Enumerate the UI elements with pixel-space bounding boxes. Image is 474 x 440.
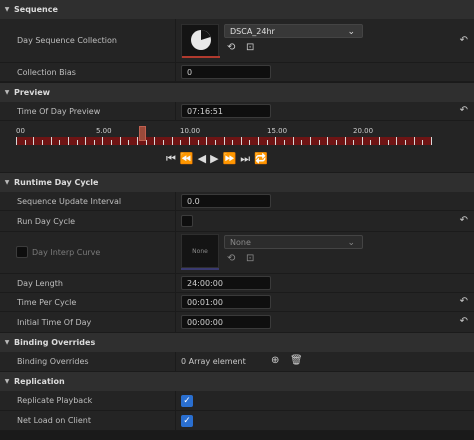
curve-thumbnail[interactable]: None [181, 234, 219, 268]
tick-label: 10.00 [180, 127, 201, 135]
label: Net Load on Client [17, 416, 91, 425]
array-count: 0 Array element [181, 357, 246, 366]
play-icon[interactable]: ▶ [210, 152, 218, 166]
row-time-of-day-preview: Time Of Day Preview 07:16:51 ↶ [0, 102, 474, 121]
row-time-per-cycle: Time Per Cycle 00:01:00 ↶ [0, 293, 474, 312]
reset-icon[interactable]: ↶ [460, 316, 468, 327]
chevron-down-icon: ⌄ [347, 27, 355, 37]
tick-label: 00 [16, 127, 25, 135]
label: Collection Bias [17, 67, 76, 77]
collapse-arrow-icon: ▼ [4, 378, 10, 385]
row-initial-time-of-day: Initial Time Of Day 00:00:00 ↶ [0, 312, 474, 333]
reset-icon[interactable]: ↶ [460, 35, 468, 46]
row-collection-bias: Collection Bias 0 [0, 63, 474, 82]
collapse-arrow-icon: ▼ [4, 6, 10, 13]
section-replication[interactable]: ▼ Replication [0, 372, 474, 391]
label: Day Length [17, 278, 63, 288]
section-title: Binding Overrides [14, 338, 96, 347]
section-title: Preview [14, 88, 51, 97]
net-load-checkbox[interactable]: ✓ [181, 415, 193, 427]
skip-to-end-icon[interactable]: ⏭ [240, 152, 250, 166]
initial-time-input[interactable]: 00:00:00 [181, 315, 271, 329]
row-run-day-cycle: Run Day Cycle ↶ [0, 211, 474, 232]
row-binding-overrides: Binding Overrides 0 Array element ⊕ 🗑 [0, 352, 474, 372]
reset-icon[interactable]: ↶ [460, 215, 468, 226]
section-binding-overrides[interactable]: ▼ Binding Overrides [0, 333, 474, 352]
transport-controls: ⏮ ⏪ ◀ ▶ ⏩ ⏭ 🔁 [166, 152, 272, 166]
row-replicate-playback: Replicate Playback ✓ [0, 391, 474, 411]
collapse-arrow-icon: ▼ [4, 339, 10, 346]
label: Replicate Playback [17, 396, 93, 405]
timeline-scrubber[interactable] [139, 126, 147, 141]
tick-label: 5.00 [96, 127, 112, 135]
tick-label: 20.00 [353, 127, 374, 135]
row-sequence-update-interval: Sequence Update Interval 0.0 [0, 192, 474, 211]
run-day-cycle-checkbox[interactable] [181, 215, 193, 227]
browse-folder-icon[interactable]: ⊡ [246, 42, 254, 53]
step-back-icon[interactable]: ⏪ [180, 152, 194, 166]
row-net-load-on-client: Net Load on Client ✓ [0, 411, 474, 431]
asset-thumbnail[interactable] [181, 24, 220, 58]
pie-asset-icon [191, 30, 211, 50]
loop-icon[interactable]: 🔁 [254, 152, 268, 166]
browse-back-icon[interactable]: ⟲ [227, 42, 235, 53]
curve-dropdown[interactable]: None ⌄ [224, 235, 363, 249]
label: Run Day Cycle [17, 216, 76, 226]
collection-dropdown[interactable]: DSCA_24hr ⌄ [224, 24, 363, 38]
section-runtime-day-cycle[interactable]: ▼ Runtime Day Cycle [0, 173, 474, 192]
trash-icon[interactable]: 🗑 [290, 355, 303, 366]
time-per-cycle-input[interactable]: 00:01:00 [181, 295, 271, 309]
time-of-day-input[interactable]: 07:16:51 [181, 104, 271, 118]
reset-icon[interactable]: ↶ [460, 296, 468, 307]
section-title: Runtime Day Cycle [14, 178, 99, 187]
browse-folder-icon[interactable]: ⊡ [246, 253, 254, 264]
step-forward-icon[interactable]: ⏩ [223, 152, 237, 166]
browse-back-icon[interactable]: ⟲ [227, 253, 235, 264]
dropdown-value: None [230, 237, 251, 247]
chevron-down-icon: ⌄ [347, 238, 355, 248]
section-preview[interactable]: ▼ Preview [0, 83, 474, 102]
day-length-input[interactable]: 24:00:00 [181, 276, 271, 290]
interp-curve-enable-checkbox[interactable] [16, 246, 28, 258]
row-day-interp-curve: Day Interp Curve None None ⌄ ⟲ ⊡ [0, 232, 474, 274]
add-element-icon[interactable]: ⊕ [271, 355, 279, 366]
section-title: Sequence [14, 5, 58, 14]
label: Binding Overrides [17, 357, 89, 366]
collapse-arrow-icon: ▼ [4, 89, 10, 96]
section-title: Replication [14, 377, 65, 386]
label: Sequence Update Interval [17, 196, 122, 206]
replicate-playback-checkbox[interactable]: ✓ [181, 395, 193, 407]
update-interval-input[interactable]: 0.0 [181, 194, 271, 208]
collection-bias-input[interactable]: 0 [181, 65, 271, 79]
label: Time Of Day Preview [17, 106, 101, 116]
label: Time Per Cycle [17, 297, 77, 307]
label: Initial Time Of Day [17, 317, 92, 327]
play-reverse-icon[interactable]: ◀ [198, 152, 206, 166]
label: Day Interp Curve [32, 248, 101, 257]
row-day-sequence-collection: Day Sequence Collection DSCA_24hr ⌄ ⟲ ⊡ … [0, 19, 474, 63]
label: Day Sequence Collection [17, 36, 117, 45]
dropdown-value: DSCA_24hr [230, 26, 275, 36]
skip-to-start-icon[interactable]: ⏮ [166, 152, 176, 166]
tick-label: 15.00 [267, 127, 288, 135]
row-day-length: Day Length 24:00:00 [0, 274, 474, 293]
reset-icon[interactable]: ↶ [460, 105, 468, 116]
section-sequence[interactable]: ▼ Sequence [0, 0, 474, 19]
timeline-ticks [16, 137, 432, 145]
collapse-arrow-icon: ▼ [4, 179, 10, 186]
